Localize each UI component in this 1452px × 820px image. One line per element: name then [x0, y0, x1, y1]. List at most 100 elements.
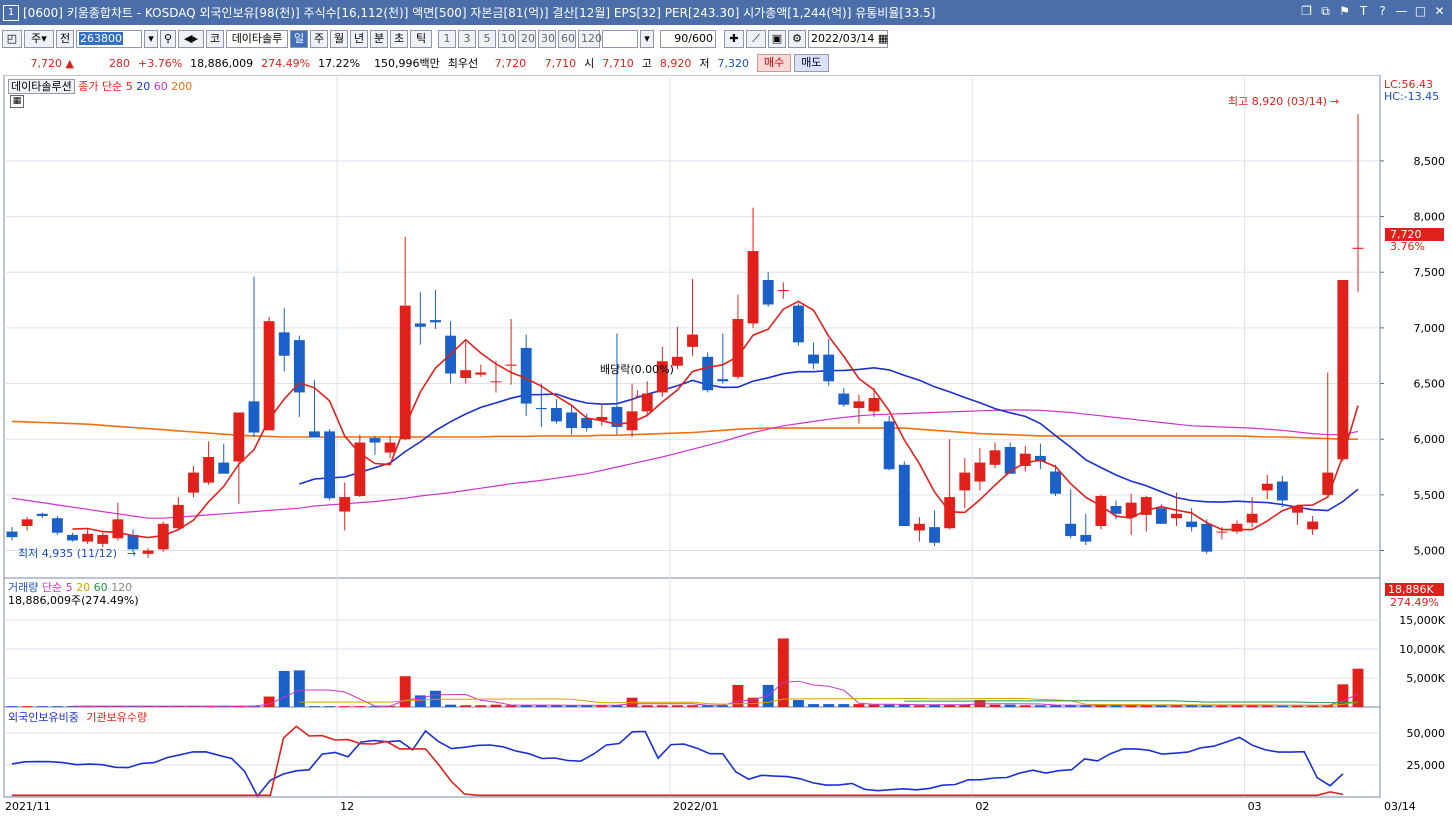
candle-body	[838, 393, 850, 405]
interval-60[interactable]: 60	[558, 30, 576, 48]
calculator-icon[interactable]: ▦	[10, 95, 24, 108]
close-icon[interactable]: ✕	[1433, 4, 1446, 19]
crosshair-icon[interactable]: ✚	[724, 30, 744, 48]
high-annotation: 최고 8,920 (03/14)	[1228, 95, 1327, 108]
candle-body	[1201, 523, 1213, 552]
volume-bar	[36, 706, 48, 707]
sell-button[interactable]: 매도	[794, 54, 829, 72]
candle-body	[883, 421, 895, 470]
draw-icon[interactable]: ⟋	[746, 30, 766, 48]
interval-dropdown-icon[interactable]: ▾	[640, 30, 654, 48]
candle-body	[36, 513, 48, 517]
legend-ma60: 60	[153, 80, 168, 93]
period-month[interactable]: 월	[330, 30, 348, 48]
volume-bar	[868, 704, 880, 707]
stock-code-value: 263800	[79, 32, 123, 45]
interval-1[interactable]: 1	[438, 30, 456, 48]
font-icon[interactable]: T	[1357, 4, 1370, 19]
turnover: 17.22%	[318, 56, 361, 70]
candle-body	[339, 497, 351, 512]
candle-body	[702, 356, 714, 391]
count-input[interactable]: 90/600	[660, 30, 716, 48]
dividend-annotation: 배당락(0.00%)	[600, 363, 674, 376]
market-select[interactable]: 주▾	[24, 30, 54, 48]
stock-chart[interactable]: 8,500 8,000 7,500 7,000 6,500 6,000 5,500 5,000…	[0, 75, 1452, 820]
maximize-icon[interactable]: □	[1414, 4, 1427, 19]
minimize-icon[interactable]: —	[1395, 4, 1408, 19]
volume-bar	[21, 706, 33, 707]
candle-body	[717, 379, 729, 382]
gear-icon[interactable]: ⚙	[788, 30, 806, 48]
date-value: 2022/03/14	[811, 32, 875, 45]
price-tick-label: 8,500	[1414, 155, 1446, 168]
high-label: 고	[641, 57, 652, 70]
chart-toolbar: ◰ 주▾ 전 263800 ▾ ⚲ ◀▸ 코 데이타솔루 일 주 월 년 분 초…	[0, 28, 1452, 50]
window-controls: ❐ ⧉ ⚑ T ? — □ ✕	[1300, 4, 1446, 19]
interval-10[interactable]: 10	[498, 30, 516, 48]
period-minute[interactable]: 분	[370, 30, 388, 48]
interval-20[interactable]: 20	[518, 30, 536, 48]
candle-body	[974, 462, 986, 482]
volume: 18,886,009	[190, 56, 254, 70]
help-icon[interactable]: ?	[1376, 4, 1389, 19]
candle-body	[1095, 495, 1107, 527]
volume-bar	[853, 704, 865, 707]
holding-tick-label: 50,000	[1407, 727, 1446, 740]
search-icon[interactable]: ⚲	[160, 30, 176, 48]
volume-bar	[1004, 704, 1016, 707]
layout-icon[interactable]: ◰	[2, 30, 22, 48]
stock-code-input[interactable]: 263800	[76, 30, 142, 48]
sound-icon[interactable]: ◀▸	[178, 30, 204, 48]
code-dropdown-icon[interactable]: ▾	[144, 30, 158, 48]
candle-body	[989, 450, 1001, 465]
candle-body	[581, 418, 593, 429]
period-week[interactable]: 주	[310, 30, 328, 48]
candle-body	[853, 401, 865, 409]
custom-interval-input[interactable]	[602, 30, 638, 48]
candle-body	[142, 550, 154, 554]
candle-body	[475, 372, 487, 375]
candle-body	[1231, 523, 1243, 532]
candle-body	[808, 354, 819, 364]
volume-bar	[913, 705, 925, 707]
candle-body	[82, 533, 94, 542]
interval-30[interactable]: 30	[538, 30, 556, 48]
volume-bar	[883, 704, 895, 707]
tile-icon[interactable]: ⧉	[1319, 4, 1332, 19]
candle-body	[309, 431, 320, 437]
candle-body	[1186, 521, 1198, 528]
date-input[interactable]: 2022/03/14 ▦	[808, 30, 888, 48]
volume-bar	[989, 704, 1001, 707]
restore-icon[interactable]: ❐	[1300, 4, 1313, 19]
volume-bar	[656, 705, 668, 707]
buy-button[interactable]: 매수	[757, 54, 792, 72]
period-second[interactable]: 초	[390, 30, 408, 48]
volume-bar	[792, 700, 804, 707]
interval-5[interactable]: 5	[478, 30, 496, 48]
candle-body	[218, 462, 230, 474]
legend-stock-name[interactable]: 데이타솔루션	[8, 79, 75, 94]
candle-body	[747, 251, 759, 324]
candle-body	[430, 320, 441, 323]
prev-button[interactable]: 전	[56, 30, 74, 48]
interval-120[interactable]: 120	[578, 30, 602, 48]
price-tick-label: 7,000	[1414, 322, 1446, 335]
low-arrow-icon: →	[127, 547, 136, 560]
candle-body	[324, 431, 336, 499]
volume-bar	[445, 704, 457, 707]
candle-body	[929, 527, 940, 543]
volume-tick-label: 15,000K	[1399, 614, 1445, 627]
count-value: 90	[674, 32, 689, 45]
candle-body	[248, 401, 260, 433]
volume-bar	[309, 706, 320, 707]
pin-icon[interactable]: ⚑	[1338, 4, 1351, 19]
period-tick[interactable]: 틱	[410, 30, 432, 48]
save-icon[interactable]: ▣	[768, 30, 786, 48]
candle-body	[369, 438, 381, 443]
period-day[interactable]: 일	[290, 30, 308, 48]
x-axis-label: 2021/11	[5, 800, 51, 813]
interval-3[interactable]: 3	[458, 30, 476, 48]
candle-body	[278, 332, 290, 356]
period-year[interactable]: 년	[350, 30, 368, 48]
candle-body	[172, 504, 184, 529]
